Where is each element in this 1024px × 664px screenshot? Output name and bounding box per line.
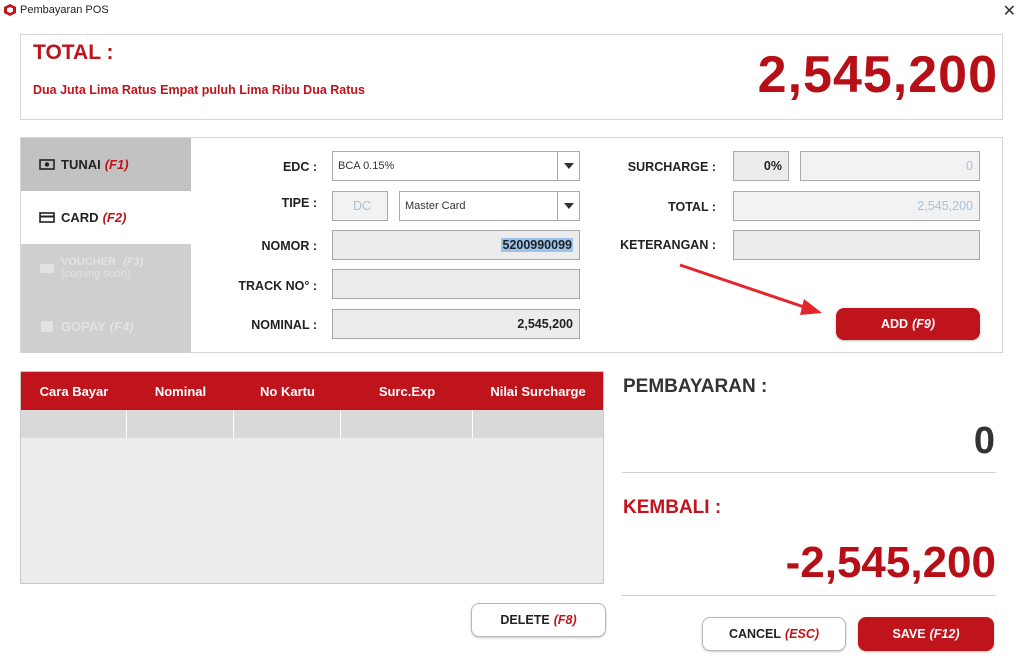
track-label: TRACK NO° : (238, 279, 317, 293)
save-button-key: (F12) (929, 627, 960, 641)
method-tunai[interactable]: TUNAI (F1) (21, 138, 191, 191)
surcharge-pct-value: 0% (763, 159, 782, 173)
surcharge-pct-field: 0% (733, 151, 789, 181)
method-voucher: VOUCHER (F3) (coming soon) (21, 244, 191, 299)
nomor-value: 5200990099 (501, 238, 573, 252)
card-total-field: 2,545,200 (733, 191, 980, 221)
tipe-select[interactable]: Master Card (399, 191, 580, 221)
edc-select[interactable]: BCA 0.15% (332, 151, 580, 181)
nomor-label: NOMOR : (261, 239, 317, 253)
divider (622, 472, 996, 473)
payments-table: Cara Bayar Nominal No Kartu Surc.Exp Nil… (20, 371, 604, 584)
table-header: Cara Bayar Nominal No Kartu Surc.Exp Nil… (21, 372, 603, 410)
keterangan-label: KETERANGAN : (620, 238, 716, 252)
method-voucher-key: (F3) (123, 256, 144, 268)
method-card-key: (F2) (102, 210, 127, 225)
table-row[interactable] (21, 410, 603, 438)
save-button[interactable]: SAVE (F12) (858, 617, 994, 651)
column-header: Surc.Exp (378, 384, 436, 399)
delete-button-key: (F8) (553, 613, 577, 627)
total-in-words: Dua Juta Lima Ratus Empat puluh Lima Rib… (33, 83, 365, 97)
window-title: Pembayaran POS (20, 4, 109, 16)
delete-button[interactable]: DELETE (F8) (471, 603, 606, 637)
card-total-label: TOTAL : (668, 200, 716, 214)
nominal-label: NOMINAL : (251, 318, 317, 332)
method-voucher-sub: (coming soon) (61, 268, 131, 280)
method-gopay: GOPAY (F4) (21, 299, 191, 353)
payment-panel: TUNAI (F1) CARD (F2) VOUCHER (F3) (comin… (20, 137, 1003, 353)
surcharge-value: 0 (966, 159, 973, 173)
tipe-code-value: DC (352, 199, 371, 213)
chevron-down-icon[interactable] (557, 152, 579, 180)
method-tunai-key: (F1) (104, 157, 129, 172)
close-icon[interactable]: ✕ (1003, 1, 1016, 21)
column-header: Cara Bayar (39, 384, 109, 399)
method-gopay-key: (F4) (109, 318, 134, 334)
method-gopay-label: GOPAY (61, 318, 106, 334)
nominal-value: 2,545,200 (517, 317, 573, 331)
tipe-code-field: DC (332, 191, 388, 221)
kembali-label: KEMBALI : (623, 497, 722, 518)
nomor-input[interactable]: 5200990099 (332, 230, 580, 260)
delete-button-label: DELETE (500, 613, 550, 627)
cancel-button[interactable]: CANCEL (ESC) (702, 617, 846, 651)
kembali-value: -2,545,200 (785, 538, 996, 587)
column-header: No Kartu (260, 384, 315, 399)
cash-icon (39, 159, 55, 170)
tipe-value: Master Card (405, 200, 466, 212)
total-panel: TOTAL : Dua Juta Lima Ratus Empat puluh … (20, 34, 1003, 120)
nominal-input[interactable]: 2,545,200 (332, 309, 580, 339)
annotation-arrow-icon (679, 263, 822, 315)
app-logo-icon (4, 4, 16, 16)
add-button[interactable]: ADD (F9) (836, 308, 980, 340)
edc-label: EDC : (282, 160, 317, 174)
track-input[interactable] (332, 269, 580, 299)
divider (622, 595, 996, 596)
add-button-key: (F9) (912, 317, 935, 331)
card-icon (39, 212, 55, 223)
surcharge-label: SURCHARGE : (627, 160, 716, 174)
total-amount: 2,545,200 (757, 46, 998, 104)
method-tunai-label: TUNAI (61, 157, 101, 172)
total-label: TOTAL : (33, 41, 114, 64)
pembayaran-label: PEMBAYARAN : (623, 376, 768, 397)
method-voucher-label: VOUCHER (61, 256, 117, 268)
method-card-label: CARD (61, 210, 99, 225)
gopay-icon (41, 320, 53, 332)
tipe-label: TIPE : (281, 196, 317, 210)
column-header: Nilai Surcharge (490, 384, 586, 399)
cancel-button-label: CANCEL (728, 627, 782, 641)
voucher-icon (40, 264, 54, 273)
pembayaran-value: 0 (973, 420, 995, 462)
edc-value: BCA 0.15% (338, 160, 395, 172)
add-button-label: ADD (880, 317, 909, 331)
chevron-down-icon[interactable] (557, 192, 579, 220)
cancel-button-key: (ESC) (785, 627, 820, 641)
save-button-label: SAVE (892, 627, 926, 641)
surcharge-field: 0 (800, 151, 980, 181)
card-total-value: 2,545,200 (917, 199, 973, 213)
column-header: Nominal (154, 384, 207, 399)
method-card[interactable]: CARD (F2) (21, 191, 191, 244)
title-bar: Pembayaran POS ✕ (0, 0, 1024, 24)
